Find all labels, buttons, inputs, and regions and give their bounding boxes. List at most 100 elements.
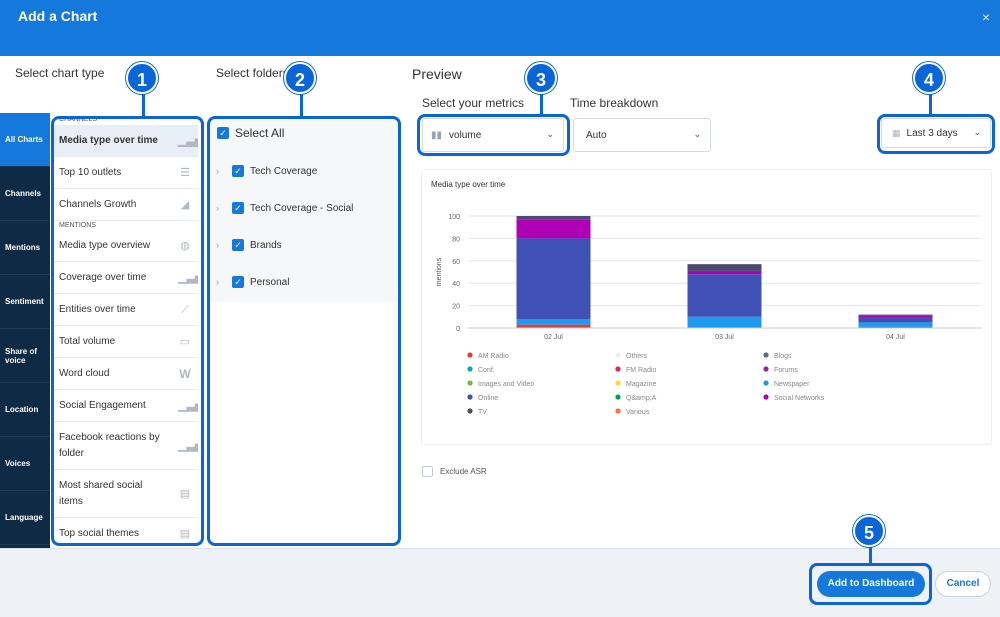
calendar-icon: ▦ xyxy=(892,127,901,138)
chevron-down-icon: ⌄ xyxy=(546,129,554,139)
metrics-label: Select your metrics xyxy=(422,96,525,110)
legend-swatch xyxy=(615,352,621,358)
bar-segment xyxy=(516,219,591,239)
legend-swatch xyxy=(467,352,473,358)
chart-type-item[interactable]: Total volume ▭ xyxy=(54,326,198,358)
bar-chart-icon: ▮▮ xyxy=(431,129,443,141)
checkbox-checked-icon[interactable]: ✓ xyxy=(232,165,244,177)
chart-type-item[interactable]: Top 10 outlets ☰ xyxy=(54,157,198,189)
bar-segment xyxy=(687,264,762,271)
bar-segment xyxy=(687,274,762,317)
chart-type-item[interactable]: Media type over time ▁▃▅ xyxy=(54,125,198,157)
chevron-right-icon[interactable]: › xyxy=(216,166,232,176)
metrics-value: volume xyxy=(449,129,482,141)
chart-preview-card: Media type over time 0 20 40 60 80 100 mention… xyxy=(422,170,991,444)
chevron-right-icon[interactable]: › xyxy=(216,203,232,213)
sidebar-tab-voices[interactable]: Voices xyxy=(0,437,50,491)
chart-type-label: Facebook reactions by folder xyxy=(59,431,160,459)
legend-entry: Various xyxy=(626,409,650,416)
chart-type-item[interactable]: Most shared social items ▤ xyxy=(54,470,198,518)
folder-item[interactable]: › ✓ Tech Coverage xyxy=(216,165,317,177)
chart-type-label: Total volume xyxy=(59,335,116,347)
legend-swatch xyxy=(615,408,621,414)
chart-type-item[interactable]: Word cloud W xyxy=(54,358,198,390)
area-chart-icon: ◢ xyxy=(180,198,190,211)
checkbox-unchecked-icon[interactable] xyxy=(422,466,433,477)
bar-segment xyxy=(687,270,762,275)
chart-type-item[interactable]: Top social themes ▤ xyxy=(54,518,198,545)
checkbox-checked-icon[interactable]: ✓ xyxy=(217,127,229,139)
select-all-label: Select All xyxy=(235,126,285,140)
x-tick-label: 02 Jul xyxy=(544,334,563,341)
sidebar-tab-location[interactable]: Location xyxy=(0,383,50,437)
x-tick-label: 03 Jul xyxy=(715,334,734,341)
date-range-select[interactable]: ▦ Last 3 days ⌄ xyxy=(881,118,991,148)
callout-badge-4: 4 xyxy=(913,62,945,94)
legend-swatch xyxy=(615,394,621,400)
table-icon: ▤ xyxy=(179,487,191,500)
callout-line-4 xyxy=(929,92,932,116)
select-all-row[interactable]: ✓ Select All xyxy=(217,126,284,140)
chart-category-sidebar: All Charts Channels Mentions Sentiment Share… xyxy=(0,113,50,548)
callout-badge-1: 1 xyxy=(126,62,158,94)
stacked-bar-chart: 0 20 40 60 80 100 mentions 02 Jul 03 Jul 04 Jul AM… xyxy=(436,214,981,416)
legend-entry: Newspaper xyxy=(774,381,810,388)
bar-chart-icon: ▁▃▅ xyxy=(178,134,198,147)
close-icon[interactable]: × xyxy=(982,9,990,25)
folder-item[interactable]: › ✓ Tech Coverage - Social xyxy=(216,202,353,214)
folder-label: Tech Coverage xyxy=(250,165,318,177)
select-folders-title: Select folders xyxy=(216,66,289,80)
word-icon: W xyxy=(179,366,191,381)
sidebar-tab-share-of-voice[interactable]: Share of voice xyxy=(0,329,50,383)
legend-swatch xyxy=(763,380,769,386)
chevron-right-icon[interactable]: › xyxy=(216,277,232,287)
folder-tree: ✓ Select All › ✓ Tech Coverage › ✓ Tech Cover… xyxy=(210,118,398,302)
bar-segment xyxy=(858,315,933,318)
dialog-title: Add a Chart xyxy=(18,8,98,24)
legend-entry: TV xyxy=(478,409,487,416)
bar-chart-icon: ▁▃▅ xyxy=(178,439,198,452)
sidebar-tab-mentions[interactable]: Mentions xyxy=(0,221,50,275)
checkbox-checked-icon[interactable]: ✓ xyxy=(232,202,244,214)
legend-swatch xyxy=(467,380,473,386)
chart-type-list: CHANNELS Media type over time ▁▃▅ Top 10 o… xyxy=(54,113,198,545)
exclude-asr-option[interactable]: Exclude ASR xyxy=(422,466,487,477)
checkbox-checked-icon[interactable]: ✓ xyxy=(232,239,244,251)
bar-segment xyxy=(516,324,591,328)
chart-type-item[interactable]: Facebook reactions by folder ▁▃▅ xyxy=(54,422,198,470)
chart-type-item[interactable]: Social Engagement ▁▃▅ xyxy=(54,390,198,422)
folder-item[interactable]: › ✓ Brands xyxy=(216,239,282,251)
chevron-down-icon: ⌄ xyxy=(693,129,701,139)
sidebar-tab-language[interactable]: Language xyxy=(0,491,50,545)
chevron-right-icon[interactable]: › xyxy=(216,240,232,250)
folder-item[interactable]: › ✓ Personal xyxy=(216,276,289,288)
sidebar-tab-channels[interactable]: Channels xyxy=(0,167,50,221)
legend-swatch xyxy=(763,366,769,372)
chart-type-item[interactable]: Media type overview ◍ xyxy=(54,230,198,262)
sidebar-tab-sentiment[interactable]: Sentiment xyxy=(0,275,50,329)
bar-segment xyxy=(516,216,591,220)
chart-type-item[interactable]: Entities over time ⟋ xyxy=(54,294,198,326)
callout-badge-3: 3 xyxy=(525,62,557,94)
checkbox-checked-icon[interactable]: ✓ xyxy=(232,276,244,288)
group-label-mentions: MENTIONS xyxy=(59,222,96,229)
cancel-button[interactable]: Cancel xyxy=(935,571,991,597)
sidebar-tab-all-charts[interactable]: All Charts xyxy=(0,113,50,167)
preview-title: Preview xyxy=(412,66,462,82)
metrics-select[interactable]: ▮▮ volume ⌄ xyxy=(422,118,564,152)
exclude-asr-label: Exclude ASR xyxy=(440,467,487,476)
add-to-dashboard-button[interactable]: Add to Dashboard xyxy=(817,571,925,597)
legend-swatch xyxy=(615,366,621,372)
dialog-header: Add a Chart × xyxy=(0,0,1000,56)
legend-swatch xyxy=(763,394,769,400)
legend-entry: Magazine xyxy=(626,381,656,388)
legend-entry: Others xyxy=(626,353,648,360)
time-breakdown-select[interactable]: Auto ⌄ xyxy=(573,118,711,152)
legend-swatch xyxy=(763,352,769,358)
chart-type-item[interactable]: Channels Growth ◢ xyxy=(54,189,198,221)
legend-entry: Images and Video xyxy=(478,381,534,388)
chart-type-item[interactable]: Coverage over time ▁▃▅ xyxy=(54,262,198,294)
legend-entry: FM Radio xyxy=(626,367,656,374)
bar-segment xyxy=(858,314,933,316)
legend-entry: Social Networks xyxy=(774,395,825,402)
